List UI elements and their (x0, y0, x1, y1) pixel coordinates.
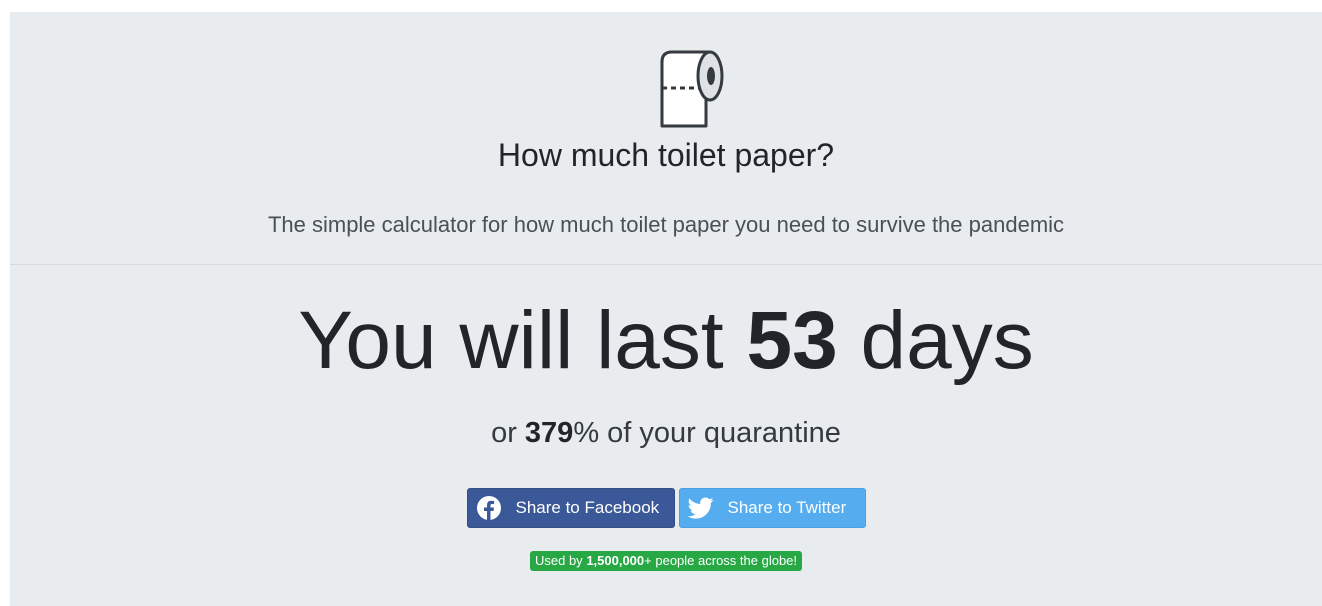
share-buttons: Share to Facebook Share to Twitter (10, 488, 1322, 528)
result-headline: You will last 53 days (10, 292, 1322, 390)
share-facebook-label: Share to Facebook (515, 498, 660, 517)
share-facebook-button[interactable]: Share to Facebook (466, 488, 675, 528)
percent-value: 379 (524, 417, 574, 449)
badge-count: 1,500,000 (586, 553, 645, 568)
result-prefix: You will last (298, 295, 724, 386)
page-subtitle: The simple calculator for how much toile… (267, 212, 1065, 237)
toilet-paper-roll-icon (660, 50, 724, 128)
page-background: How much toilet paper? The simple calcul… (10, 12, 1322, 606)
result-suffix: days (860, 295, 1034, 386)
page-title: How much toilet paper? (497, 137, 835, 173)
share-twitter-label: Share to Twitter (727, 498, 847, 517)
badge-suffix: + people across the globe! (644, 553, 798, 568)
jumbotron-header: How much toilet paper? The simple calcul… (10, 12, 1322, 265)
share-twitter-button[interactable]: Share to Twitter (678, 488, 866, 528)
usage-badge: Used by 1,500,000+ people across the glo… (529, 551, 803, 571)
twitter-icon (687, 497, 713, 519)
percent-prefix: or (491, 417, 517, 449)
result-days-value: 53 (746, 295, 838, 386)
quarantine-percent: or 379% of your quarantine (10, 417, 1322, 450)
usage-badge-wrap: Used by 1,500,000+ people across the glo… (10, 551, 1322, 571)
facebook-icon (476, 496, 501, 520)
badge-prefix: Used by (534, 553, 583, 568)
percent-suffix: % of your quarantine (573, 417, 841, 449)
